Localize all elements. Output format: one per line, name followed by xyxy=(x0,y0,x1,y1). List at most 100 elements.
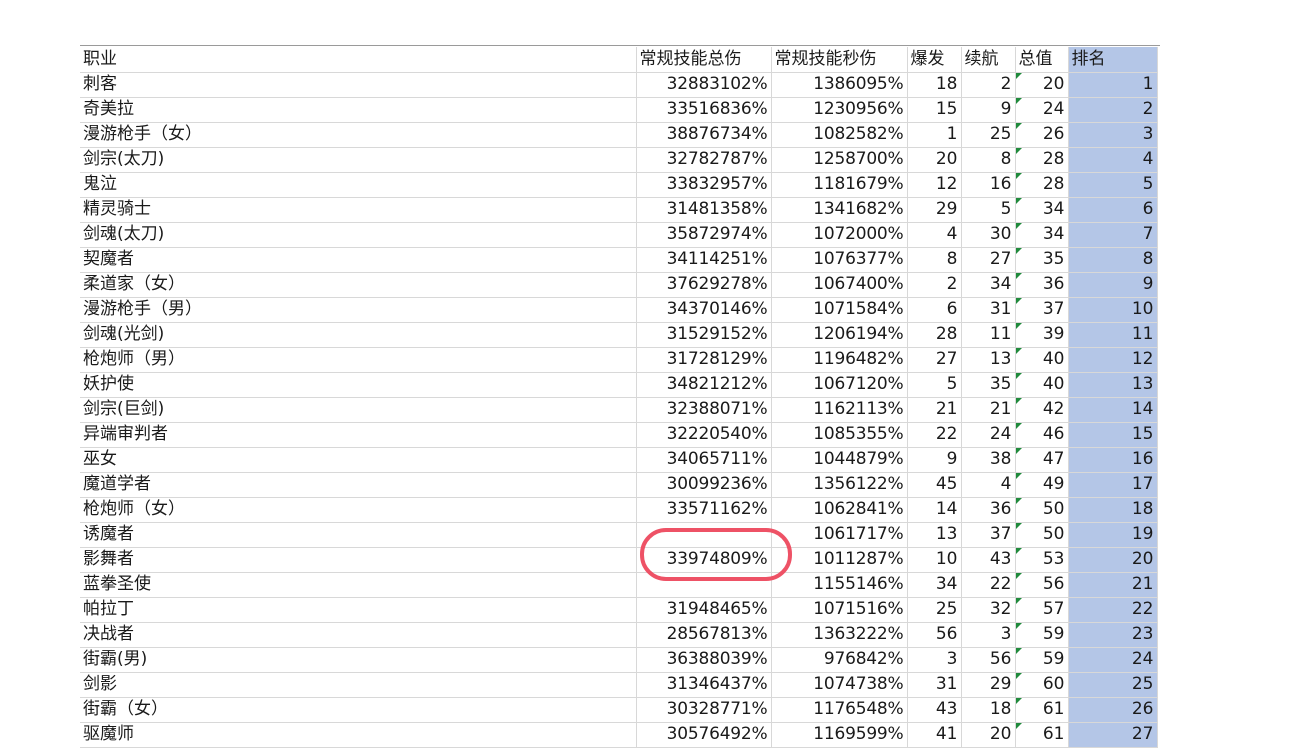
cell-burst[interactable]: 31 xyxy=(907,672,962,698)
cell-total[interactable]: 60 xyxy=(1015,672,1069,698)
cell-total-damage[interactable]: 34370146% xyxy=(636,297,772,323)
cell-total[interactable]: 50 xyxy=(1015,522,1069,548)
cell-rank[interactable]: 7 xyxy=(1068,222,1158,248)
cell-job[interactable]: 鬼泣 xyxy=(80,172,637,198)
cell-total-damage[interactable]: 32883102% xyxy=(636,72,772,98)
cell-rank[interactable]: 23 xyxy=(1068,622,1158,648)
cell-rank[interactable]: 26 xyxy=(1068,697,1158,723)
cell-rank[interactable]: 3 xyxy=(1068,122,1158,148)
cell-total[interactable]: 35 xyxy=(1015,247,1069,273)
cell-total-damage[interactable]: 37629278% xyxy=(636,272,772,298)
cell-sustain[interactable]: 20 xyxy=(961,722,1016,748)
cell-rank[interactable]: 12 xyxy=(1068,347,1158,373)
header-total-damage[interactable]: 常规技能总伤 xyxy=(636,47,772,73)
cell-total-damage[interactable]: 31728129% xyxy=(636,347,772,373)
cell-burst[interactable]: 20 xyxy=(907,147,962,173)
cell-rank[interactable]: 13 xyxy=(1068,372,1158,398)
cell-total[interactable]: 47 xyxy=(1015,447,1069,473)
cell-job[interactable]: 剑魂(光剑) xyxy=(80,322,637,348)
cell-sustain[interactable]: 34 xyxy=(961,272,1016,298)
cell-job[interactable]: 巫女 xyxy=(80,447,637,473)
cell-rank[interactable]: 21 xyxy=(1068,572,1158,598)
cell-dps[interactable]: 1082582% xyxy=(771,122,908,148)
cell-sustain[interactable]: 24 xyxy=(961,422,1016,448)
cell-sustain[interactable]: 5 xyxy=(961,197,1016,223)
cell-dps[interactable]: 1067400% xyxy=(771,272,908,298)
cell-dps[interactable]: 976842% xyxy=(771,647,908,673)
cell-total-damage[interactable]: 34065711% xyxy=(636,447,772,473)
cell-total[interactable]: 28 xyxy=(1015,147,1069,173)
cell-total[interactable]: 57 xyxy=(1015,597,1069,623)
cell-sustain[interactable]: 13 xyxy=(961,347,1016,373)
cell-dps[interactable]: 1071584% xyxy=(771,297,908,323)
cell-rank[interactable]: 17 xyxy=(1068,472,1158,498)
cell-burst[interactable]: 12 xyxy=(907,172,962,198)
cell-burst[interactable]: 9 xyxy=(907,447,962,473)
cell-job[interactable]: 枪炮师（男） xyxy=(80,347,637,373)
cell-total[interactable]: 59 xyxy=(1015,622,1069,648)
cell-burst[interactable]: 28 xyxy=(907,322,962,348)
cell-burst[interactable]: 6 xyxy=(907,297,962,323)
cell-sustain[interactable]: 27 xyxy=(961,247,1016,273)
cell-job[interactable]: 剑魂(太刀) xyxy=(80,222,637,248)
cell-dps[interactable]: 1071516% xyxy=(771,597,908,623)
cell-burst[interactable]: 13 xyxy=(907,522,962,548)
cell-rank[interactable]: 6 xyxy=(1068,197,1158,223)
cell-rank[interactable]: 8 xyxy=(1068,247,1158,273)
cell-total-damage[interactable]: 30099236% xyxy=(636,472,772,498)
cell-job[interactable]: 刺客 xyxy=(80,72,637,98)
cell-total[interactable]: 39 xyxy=(1015,322,1069,348)
cell-rank[interactable]: 25 xyxy=(1068,672,1158,698)
cell-job[interactable]: 蓝拳圣使 xyxy=(80,572,637,598)
cell-dps[interactable]: 1206194% xyxy=(771,322,908,348)
cell-burst[interactable]: 3 xyxy=(907,647,962,673)
cell-total-damage[interactable]: 34821212% xyxy=(636,372,772,398)
cell-job[interactable]: 契魔者 xyxy=(80,247,637,273)
cell-sustain[interactable]: 22 xyxy=(961,572,1016,598)
cell-dps[interactable]: 1072000% xyxy=(771,222,908,248)
cell-job[interactable]: 漫游枪手（女） xyxy=(80,122,637,148)
cell-burst[interactable]: 34 xyxy=(907,572,962,598)
cell-rank[interactable]: 4 xyxy=(1068,147,1158,173)
cell-burst[interactable]: 18 xyxy=(907,72,962,98)
cell-dps[interactable]: 1341682% xyxy=(771,197,908,223)
cell-burst[interactable]: 56 xyxy=(907,622,962,648)
cell-total-damage[interactable]: 36388039% xyxy=(636,647,772,673)
cell-burst[interactable]: 43 xyxy=(907,697,962,723)
cell-total[interactable]: 34 xyxy=(1015,197,1069,223)
cell-dps[interactable]: 1085355% xyxy=(771,422,908,448)
cell-total[interactable]: 53 xyxy=(1015,547,1069,573)
cell-dps[interactable]: 1176548% xyxy=(771,697,908,723)
cell-dps[interactable]: 1356122% xyxy=(771,472,908,498)
cell-total-damage[interactable]: 34114251% xyxy=(636,247,772,273)
cell-total-damage[interactable] xyxy=(636,522,772,548)
cell-rank[interactable]: 11 xyxy=(1068,322,1158,348)
cell-total-damage[interactable]: 33974809% xyxy=(636,547,772,573)
cell-sustain[interactable]: 8 xyxy=(961,147,1016,173)
cell-burst[interactable]: 1 xyxy=(907,122,962,148)
cell-dps[interactable]: 1230956% xyxy=(771,97,908,123)
cell-burst[interactable]: 15 xyxy=(907,97,962,123)
cell-burst[interactable]: 5 xyxy=(907,372,962,398)
cell-job[interactable]: 决战者 xyxy=(80,622,637,648)
cell-sustain[interactable]: 4 xyxy=(961,472,1016,498)
cell-total-damage[interactable]: 33516836% xyxy=(636,97,772,123)
cell-burst[interactable]: 29 xyxy=(907,197,962,223)
cell-total-damage[interactable]: 32782787% xyxy=(636,147,772,173)
cell-dps[interactable]: 1363222% xyxy=(771,622,908,648)
cell-total-damage[interactable]: 33832957% xyxy=(636,172,772,198)
cell-dps[interactable]: 1169599% xyxy=(771,722,908,748)
cell-rank[interactable]: 16 xyxy=(1068,447,1158,473)
cell-total-damage[interactable]: 38876734% xyxy=(636,122,772,148)
cell-sustain[interactable]: 29 xyxy=(961,672,1016,698)
cell-sustain[interactable]: 9 xyxy=(961,97,1016,123)
cell-dps[interactable]: 1061717% xyxy=(771,522,908,548)
cell-rank[interactable]: 9 xyxy=(1068,272,1158,298)
cell-dps[interactable]: 1162113% xyxy=(771,397,908,423)
cell-total-damage[interactable]: 31529152% xyxy=(636,322,772,348)
cell-rank[interactable]: 15 xyxy=(1068,422,1158,448)
cell-total[interactable]: 56 xyxy=(1015,572,1069,598)
cell-sustain[interactable]: 3 xyxy=(961,622,1016,648)
cell-sustain[interactable]: 2 xyxy=(961,72,1016,98)
cell-rank[interactable]: 14 xyxy=(1068,397,1158,423)
